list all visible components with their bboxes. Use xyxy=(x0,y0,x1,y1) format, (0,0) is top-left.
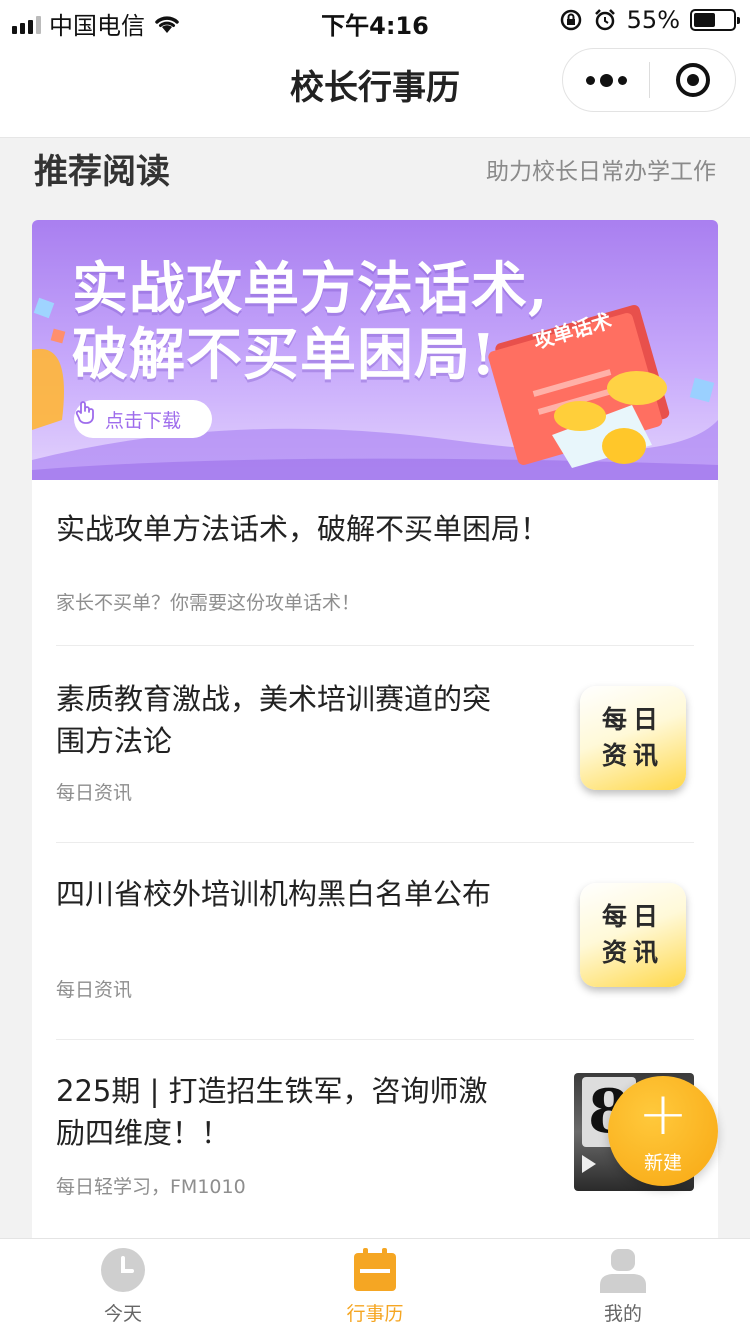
battery-percent: 55% xyxy=(626,6,680,34)
orientation-lock-icon xyxy=(560,9,581,31)
play-icon xyxy=(582,1155,596,1173)
close-button[interactable] xyxy=(650,63,735,97)
tab-calendar[interactable]: 行事历 xyxy=(300,1239,450,1334)
plus-icon: + xyxy=(637,1079,689,1149)
article-meta: 每日资讯 xyxy=(56,979,133,1001)
tab-today-label: 今天 xyxy=(103,1303,142,1325)
mini-program-capsule xyxy=(562,48,736,112)
new-button[interactable]: + 新建 xyxy=(608,1076,718,1186)
daily-news-thumbnail: 每日 资讯 xyxy=(580,883,686,987)
battery-icon xyxy=(690,9,740,31)
article-item[interactable]: 实战攻单方法话术，破解不买单困局！ 家长不买单？你需要这份攻单话术！ xyxy=(56,480,694,646)
status-bar: 中国电信 下午4:16 55% xyxy=(0,0,750,40)
nav-bar: 校长行事历 xyxy=(0,40,750,138)
calendar-icon xyxy=(354,1248,396,1291)
alarm-icon xyxy=(594,9,615,31)
article-title-line: 225期 | 打造招生铁军，咨询师激 xyxy=(56,1074,488,1108)
promo-banner[interactable]: 实战攻单方法话术, 破解不买单困局! 攻单话术 点击下载 xyxy=(32,220,718,480)
article-title: 实战攻单方法话术，破解不买单困局！ xyxy=(56,512,550,546)
hand-pointer-icon xyxy=(75,401,94,424)
close-ring-icon xyxy=(675,63,710,97)
thumb-text: 每日 xyxy=(601,705,664,734)
article-title: 素质教育激战，美术培训赛道的突 围方法论 xyxy=(56,678,491,762)
article-meta: 家长不买单？你需要这份攻单话术！ xyxy=(56,592,361,614)
clock-icon xyxy=(101,1248,145,1292)
article-title: 225期 | 打造招生铁军，咨询师激 励四维度！！ xyxy=(56,1070,488,1154)
article-title-line: 励四维度！！ xyxy=(56,1116,231,1150)
article-title-line: 围方法论 xyxy=(56,724,173,758)
tab-bar: 今天 行事历 我的 xyxy=(0,1238,750,1334)
banner-headline-1: 实战攻单方法话术, xyxy=(72,256,549,322)
article-title-line: 素质教育激战，美术培训赛道的突 xyxy=(56,682,492,716)
download-button[interactable]: 点击下载 xyxy=(74,400,212,438)
download-label: 点击下载 xyxy=(104,409,181,432)
thumb-text: 资讯 xyxy=(601,938,664,967)
tab-calendar-label: 行事历 xyxy=(346,1303,404,1325)
section-subtitle: 助力校长日常办学工作 xyxy=(486,159,716,185)
battery-fill xyxy=(694,13,715,27)
daily-news-thumbnail: 每日 资讯 xyxy=(580,686,686,790)
thumb-text: 资讯 xyxy=(601,741,664,770)
article-meta: 每日资讯 xyxy=(56,782,133,804)
user-icon xyxy=(600,1249,646,1293)
article-title: 四川省校外培训机构黑白名单公布 xyxy=(56,877,492,911)
tab-today[interactable]: 今天 xyxy=(48,1239,198,1334)
more-button[interactable] xyxy=(563,49,649,111)
article-item[interactable]: 素质教育激战，美术培训赛道的突 围方法论 每日资讯 每日 资讯 xyxy=(56,646,694,843)
article-meta: 每日轻学习，FM1010 xyxy=(56,1176,246,1198)
article-item[interactable]: 225期 | 打造招生铁军，咨询师激 励四维度！！ 每日轻学习，FM1010 8 xyxy=(56,1040,694,1250)
tab-me-label: 我的 xyxy=(603,1303,642,1325)
thumb-text: 每日 xyxy=(601,902,664,931)
new-button-label: 新建 xyxy=(643,1152,682,1174)
banner-headline-2: 破解不买单困局! xyxy=(72,322,497,388)
tab-me[interactable]: 我的 xyxy=(548,1239,698,1334)
section-title: 推荐阅读 xyxy=(34,152,170,192)
status-right: 55% xyxy=(559,6,740,34)
article-item[interactable]: 四川省校外培训机构黑白名单公布 每日资讯 每日 资讯 xyxy=(56,843,694,1040)
